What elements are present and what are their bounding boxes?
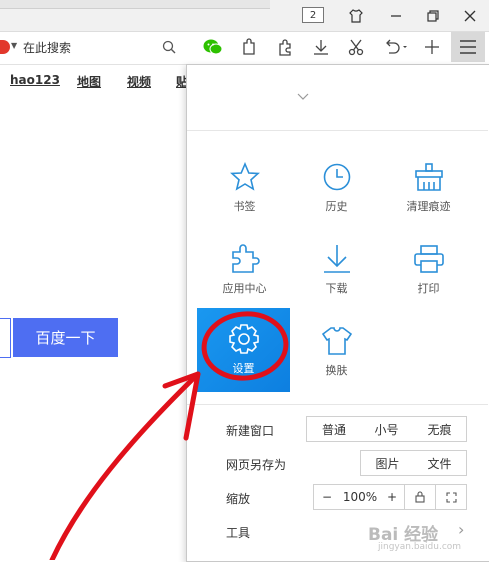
extension-icon[interactable] — [237, 36, 261, 58]
menu-label: 应用中心 — [222, 282, 267, 295]
new-window-incognito-button[interactable]: 无痕 — [413, 416, 467, 442]
menu-settings[interactable]: 设置 — [197, 308, 290, 392]
search-icon[interactable] — [162, 39, 176, 58]
menu-button[interactable] — [451, 32, 485, 62]
download-icon[interactable] — [309, 36, 333, 58]
menu-clear-traces[interactable]: 清理痕迹 — [381, 150, 476, 228]
menu-print[interactable]: 打印 — [381, 232, 476, 310]
menu-label: 清理痕迹 — [406, 200, 451, 213]
shirt-skin-icon[interactable] — [345, 6, 367, 26]
menu-label: 换肤 — [325, 364, 348, 377]
clock-icon — [322, 160, 352, 194]
tools-label[interactable]: 工具 — [226, 524, 250, 541]
chevron-right-icon[interactable]: › — [458, 520, 464, 539]
menu-change-skin[interactable]: 换肤 — [289, 314, 384, 392]
baidu-search-input[interactable] — [0, 318, 11, 358]
hamburger-icon — [460, 40, 476, 54]
chevron-down-icon[interactable]: ▼ — [11, 41, 17, 50]
menu-history[interactable]: 历史 — [289, 150, 384, 228]
scissors-icon[interactable] — [344, 36, 368, 58]
new-window-label: 新建窗口 — [226, 424, 275, 438]
menu-label: 历史 — [325, 200, 348, 213]
nav-link-hao123[interactable]: hao123 — [10, 73, 60, 87]
chevron-down-icon[interactable] — [297, 93, 309, 104]
zoom-label: 缩放 — [226, 492, 251, 506]
lock-icon[interactable] — [404, 485, 435, 509]
tab-strip[interactable] — [0, 0, 270, 9]
menu-label: 书签 — [233, 200, 256, 213]
puzzle-icon[interactable] — [273, 36, 297, 58]
watermark-url: jingyan.baidu.com — [378, 542, 462, 552]
tab-count-badge[interactable]: 2 — [302, 7, 324, 23]
download-icon — [322, 242, 352, 276]
broom-icon — [413, 160, 445, 194]
nav-link-video[interactable]: 视频 — [127, 73, 151, 90]
save-as-image-button[interactable]: 图片 — [360, 450, 415, 476]
add-icon[interactable] — [420, 36, 444, 58]
baidu-search-button[interactable]: 百度一下 — [13, 318, 118, 357]
fullscreen-icon[interactable] — [435, 485, 466, 509]
nav-link-map[interactable]: 地图 — [77, 73, 101, 90]
zoom-value: 100% — [342, 490, 378, 504]
star-icon — [229, 160, 260, 194]
undo-icon[interactable] — [380, 36, 412, 58]
close-button[interactable] — [459, 6, 481, 26]
zoom-out-button[interactable]: − — [314, 485, 340, 509]
restore-button[interactable] — [422, 6, 444, 26]
save-as-file-button[interactable]: 文件 — [413, 450, 467, 476]
wechat-icon[interactable] — [201, 36, 225, 58]
divider — [187, 130, 488, 131]
search-input[interactable]: 在此搜索 — [23, 39, 71, 56]
menu-label: 设置 — [232, 362, 255, 375]
menu-label: 打印 — [417, 282, 440, 295]
puzzle-icon — [230, 242, 260, 276]
menu-bookmarks[interactable]: 书签 — [197, 150, 292, 228]
divider — [187, 404, 488, 405]
menu-downloads[interactable]: 下载 — [289, 232, 384, 310]
new-window-small-button[interactable]: 小号 — [360, 416, 414, 442]
gear-icon — [228, 322, 260, 356]
zoom-in-button[interactable]: + — [380, 485, 404, 509]
tshirt-icon — [321, 324, 353, 358]
save-page-label: 网页另存为 — [226, 458, 287, 472]
minimize-button[interactable] — [385, 6, 407, 26]
menu-app-center[interactable]: 应用中心 — [197, 232, 292, 310]
menu-label: 下载 — [325, 282, 348, 295]
new-window-normal-button[interactable]: 普通 — [306, 416, 362, 442]
printer-icon — [413, 242, 445, 276]
zoom-control: − 100% + — [313, 484, 467, 510]
